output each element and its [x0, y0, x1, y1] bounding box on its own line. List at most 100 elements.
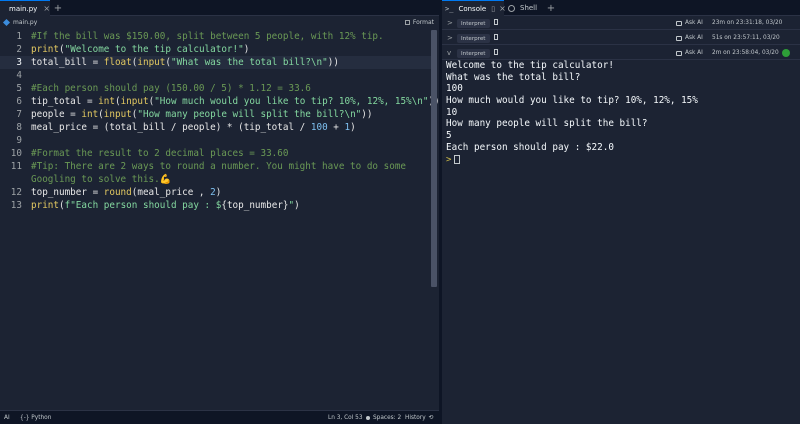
code-text: Googling to solve this.💪 — [31, 174, 172, 185]
interpret-badge[interactable]: Interpret — [457, 34, 490, 43]
chevron-icon[interactable]: > — [447, 16, 453, 30]
terminal-prompt-icon: >_ — [445, 4, 454, 13]
text-cursor[interactable] — [454, 155, 461, 164]
console-output[interactable]: Welcome to the tip calculator! What was t… — [446, 60, 796, 166]
language-label: {-} Python — [20, 415, 52, 421]
breadcrumb[interactable]: main.py — [0, 18, 38, 27]
language-indicator[interactable]: {-} Python — [20, 411, 51, 424]
ask-ai-label: Ask AI — [685, 20, 703, 26]
code-editor[interactable]: 1 #If the bill was $150.00, split between… — [0, 30, 440, 410]
code-line[interactable]: 5 #Each person should pay (150.00 / 5) * … — [0, 82, 431, 95]
line-number: 6 — [16, 96, 22, 107]
code-text: top_number = round(meal_price , 2) — [31, 187, 222, 198]
cursor-position-label: Ln 3, Col 53 — [328, 415, 363, 421]
tab-main-py[interactable]: main.py × — [0, 0, 50, 16]
code-line[interactable]: Googling to solve this.💪 — [0, 173, 431, 186]
line-number: 3 — [16, 57, 22, 68]
line-number: 5 — [16, 83, 22, 94]
editor-subbar: main.py Format — [0, 16, 439, 29]
tab-shell[interactable]: Shell — [504, 0, 544, 16]
editor-scrollbar[interactable] — [431, 30, 437, 287]
breadcrumb-file: main.py — [13, 19, 38, 26]
code-text: meal_price = (total_bill / people) * (ti… — [31, 122, 356, 133]
format-label: Format — [412, 19, 434, 26]
code-line[interactable]: 3 total_bill = float(input("What was the … — [0, 56, 431, 69]
output-line: How many people will split the bill? — [446, 118, 648, 130]
code-line[interactable]: 8 meal_price = (total_bill / people) * (t… — [0, 121, 431, 134]
output-line: How much would you like to tip? 10%, 12%… — [446, 95, 698, 107]
format-button[interactable]: Format — [404, 16, 434, 29]
code-line[interactable]: 11 #Tip: There are 2 ways to round a numb… — [0, 160, 431, 173]
prompt-chevron-icon: > — [446, 154, 452, 165]
editor-pane: main.py × + main.py Format 1 #If the bill… — [0, 0, 440, 424]
copy-icon[interactable] — [494, 34, 498, 40]
chevron-icon[interactable]: v — [447, 46, 451, 60]
cursor-position[interactable]: Ln 3, Col 53 — [328, 411, 363, 424]
add-tab-button[interactable]: + — [52, 0, 64, 16]
run-timestamp: 51s on 23:57:11, 03/20 — [712, 35, 780, 41]
code-text: #Tip: There are 2 ways to round a number… — [31, 161, 407, 172]
run-status-dot — [782, 49, 790, 57]
indentation-setting[interactable]: Spaces: 2 — [366, 411, 401, 424]
line-number: 9 — [16, 135, 22, 146]
copy-icon[interactable] — [494, 49, 498, 55]
line-number: 13 — [10, 200, 22, 211]
ai-label: AI — [4, 415, 10, 421]
shell-icon — [508, 4, 515, 12]
output-lines: Welcome to the tip calculator! What was t… — [446, 60, 796, 154]
ai-status[interactable]: AI — [4, 411, 10, 424]
run-entry[interactable]: > Interpret Ask AI 51s on 23:57:11, 03/20 — [442, 31, 800, 45]
history-icon: ⟲ — [428, 415, 434, 421]
ask-ai-icon — [676, 50, 682, 56]
interpret-badge[interactable]: Interpret — [457, 49, 490, 58]
code-text: #Format the result to 2 decimal places =… — [31, 148, 289, 159]
code-line[interactable]: 1 #If the bill was $150.00, split between… — [0, 30, 431, 43]
editor-tab-bar: main.py × + — [0, 0, 439, 16]
ask-ai-icon — [676, 20, 682, 26]
code-text: print(f"Each person should pay : ${top_n… — [31, 200, 300, 211]
run-timestamp: 2m on 23:58:04, 03/20 — [712, 50, 779, 56]
console-tab-bar: >_ Console ▯ × Shell + — [442, 0, 800, 16]
tab-label: main.py — [9, 4, 38, 13]
editor-status-bar: AI {-} Python Ln 3, Col 53 Spaces: 2 His… — [0, 410, 439, 424]
code-line[interactable]: 7 people = int(input("How many people wil… — [0, 108, 431, 121]
ask-ai-button[interactable]: Ask AI — [676, 16, 703, 30]
tab-label: Shell — [520, 4, 538, 12]
code-line[interactable]: 9 — [0, 134, 431, 147]
code-text: #If the bill was $150.00, split between … — [31, 31, 384, 42]
code-line[interactable]: 4 — [0, 69, 431, 82]
line-number: 7 — [16, 109, 22, 120]
history-button[interactable]: History ⟲ — [405, 411, 433, 424]
output-line: 100 — [446, 83, 463, 95]
code-line[interactable]: 6 tip_total = int(input("How much would y… — [0, 95, 439, 108]
tab-console[interactable]: >_ Console ▯ × — [442, 0, 506, 16]
tab-label: Console — [458, 4, 487, 13]
chevron-icon[interactable]: > — [447, 31, 453, 45]
ask-ai-label: Ask AI — [685, 35, 703, 41]
code-line[interactable]: 10 #Format the result to 2 decimal places… — [0, 147, 431, 160]
output-line: 5 — [446, 130, 452, 142]
run-entry[interactable]: v Interpret Ask AI 2m on 23:58:04, 03/20 — [442, 46, 800, 60]
ask-ai-button[interactable]: Ask AI — [676, 46, 703, 60]
code-line[interactable]: 12 top_number = round(meal_price , 2) — [0, 186, 431, 199]
line-number: 10 — [10, 148, 22, 159]
ask-ai-button[interactable]: Ask AI — [676, 31, 703, 45]
console-prompt[interactable]: > — [446, 154, 796, 166]
code-line[interactable]: 13 print(f"Each person should pay : ${top… — [0, 199, 431, 212]
line-number: 8 — [16, 122, 22, 133]
output-line: What was the total bill? — [446, 71, 581, 83]
ask-ai-icon — [676, 35, 682, 41]
interpret-badge[interactable]: Interpret — [457, 19, 490, 28]
close-icon[interactable]: × — [43, 4, 50, 13]
line-number: 4 — [16, 70, 22, 81]
add-tab-button[interactable]: + — [545, 0, 557, 16]
line-number: 11 — [10, 161, 22, 172]
console-pane: >_ Console ▯ × Shell + > Interpret Ask AI 2… — [442, 0, 800, 424]
output-line: 10 — [446, 106, 458, 118]
run-entry[interactable]: > Interpret Ask AI 23m on 23:31:18, 03/20 — [442, 16, 800, 30]
copy-icon[interactable] — [494, 19, 498, 25]
code-line[interactable]: 2 print("Welcome to the tip calculator!") — [0, 43, 431, 56]
code-text: total_bill = float(input("What was the t… — [31, 57, 339, 68]
code-text: #Each person should pay (150.00 / 5) * 1… — [31, 83, 311, 94]
clipboard-icon[interactable]: ▯ — [491, 5, 495, 13]
